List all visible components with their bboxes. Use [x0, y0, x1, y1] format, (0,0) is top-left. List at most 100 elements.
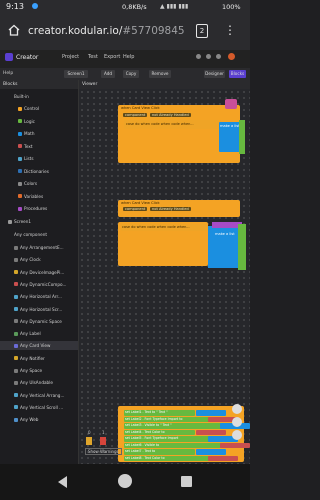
browser-menu-icon[interactable]: ⋮: [224, 22, 236, 38]
value-block[interactable]: [196, 429, 226, 435]
builtin-math[interactable]: Math: [0, 129, 78, 138]
builtin-variables[interactable]: Variables: [0, 192, 78, 201]
menu-help[interactable]: Help: [123, 54, 134, 60]
builtin-group[interactable]: Built-in: [0, 92, 78, 101]
any-component-item[interactable]: Any Space: [0, 366, 78, 375]
recents-icon[interactable]: [181, 476, 192, 487]
category-color-icon: [18, 194, 22, 198]
component-icon: [14, 245, 18, 250]
setter-block[interactable]: set Label6 . Visible to: [124, 442, 225, 448]
event-3-logic-block[interactable]: [238, 224, 246, 270]
component-icon: [14, 343, 18, 348]
component-icon: [14, 319, 18, 324]
setter-block[interactable]: set Label8 . Text Color to: [124, 455, 210, 461]
any-component-item[interactable]: Any Horizontal Arr...: [0, 292, 78, 301]
builtin-control[interactable]: Control: [0, 104, 78, 113]
builtin-procedures[interactable]: Procedures: [0, 204, 78, 213]
add-screen-button[interactable]: Add: [101, 70, 115, 78]
back-icon[interactable]: [58, 476, 67, 488]
menu-project[interactable]: Project: [62, 54, 79, 60]
error-icon: [100, 437, 106, 445]
any-component-item[interactable]: Any Dynamic Space: [0, 317, 78, 326]
builtin-logic[interactable]: Logic: [0, 117, 78, 126]
any-component-item[interactable]: Any DeviceImagePi...: [0, 268, 78, 277]
designer-button[interactable]: Designer: [204, 70, 225, 78]
component-icon: [14, 417, 18, 422]
blocks-button[interactable]: Blocks: [229, 70, 246, 78]
make-list-label-1: make a list: [220, 124, 240, 128]
screen1-group[interactable]: Screen1: [0, 217, 78, 226]
screen-selector[interactable]: Screen1: [64, 70, 88, 78]
remove-screen-button[interactable]: Remove: [149, 70, 171, 78]
home-button-icon[interactable]: [118, 474, 132, 488]
setter-block[interactable]: set Label4 . Text Color to: [124, 429, 195, 435]
category-color-icon: [18, 181, 22, 186]
menu-export[interactable]: Export: [104, 54, 120, 60]
any-component-item[interactable]: Any Notifier: [0, 354, 78, 363]
value-block[interactable]: [220, 442, 250, 448]
theme-icon[interactable]: [196, 54, 201, 59]
component-label: Any UIsAndable: [20, 380, 53, 386]
app-title: Creator: [16, 54, 39, 61]
component-icon: [14, 380, 18, 385]
home-icon[interactable]: [8, 24, 20, 36]
component-icon: [14, 356, 18, 361]
copy-screen-button[interactable]: Copy: [123, 70, 139, 78]
component-label: Any Horizontal Scr...: [20, 306, 63, 312]
category-label: Colors: [24, 181, 38, 186]
component-label: Any ArrangementE...: [20, 245, 64, 250]
setter-block[interactable]: set Label5 . Font Typeface Import: [124, 436, 210, 442]
any-component-group[interactable]: Any component: [0, 230, 78, 239]
value-block[interactable]: [208, 455, 238, 461]
any-component-item[interactable]: Any UIsAndable: [0, 378, 78, 387]
settings-icon[interactable]: [216, 54, 221, 59]
component-label: Any Web: [20, 417, 39, 423]
builtin-text[interactable]: Text: [0, 142, 78, 151]
url-hash: #57709845: [122, 25, 185, 37]
notifications-icon[interactable]: [206, 54, 211, 59]
value-block[interactable]: [196, 449, 226, 455]
menu-test[interactable]: Test: [88, 54, 98, 60]
category-label: Variables: [24, 193, 44, 199]
any-component-item[interactable]: Any Web: [0, 415, 78, 424]
component-label: Any Vertical Arrang...: [20, 392, 65, 398]
show-warnings-button[interactable]: Show Warnings: [85, 448, 122, 455]
any-component-item[interactable]: Any Card View: [0, 341, 78, 351]
event-1-label: when Card View Click: [121, 106, 160, 110]
toolbar-help[interactable]: Help: [3, 71, 13, 76]
url-domain: creator.kodular.io/: [28, 25, 123, 37]
setter-block[interactable]: set Label3 . Visible to " Text ": [124, 423, 225, 429]
address-bar[interactable]: creator.kodular.io/#57709845: [28, 25, 185, 37]
any-component-item[interactable]: Any ArrangementE...: [0, 243, 78, 252]
setter-block[interactable]: set Label1 . Text to " Text ": [124, 410, 195, 416]
event-3-statement[interactable]: case do when code when code when...: [121, 224, 207, 231]
value-block[interactable]: [196, 410, 226, 416]
event-1-not-handled: not Already Handled: [150, 113, 191, 117]
avatar[interactable]: [228, 53, 235, 60]
component-label: Any Label: [20, 331, 41, 337]
component-icon: [14, 257, 18, 262]
any-component-item[interactable]: Any Label: [0, 329, 78, 338]
component-label: Any Space: [20, 368, 43, 373]
zoom-out-icon[interactable]: [232, 417, 242, 427]
tab-count-button[interactable]: 2: [196, 24, 208, 38]
any-component-item[interactable]: Any Vertical Arrang...: [0, 391, 78, 400]
zoom-reset-icon[interactable]: [232, 430, 242, 440]
status-bar: 9:13 0,8KB/s ▲ ▮▮▮ ▮▮▮ 100%: [0, 0, 250, 14]
builtin-colors[interactable]: Colors: [0, 179, 78, 188]
backpack-icon[interactable]: [225, 99, 237, 109]
zoom-in-icon[interactable]: [232, 404, 242, 414]
event-1-statement[interactable]: case do when code when code when...: [124, 120, 221, 129]
kodular-logo-icon: [5, 53, 13, 61]
event-1-logic-block[interactable]: [239, 120, 245, 154]
component-icon: [14, 294, 18, 299]
any-component-item[interactable]: Any DynamicCompo...: [0, 280, 78, 289]
any-component-item[interactable]: Any Vertical Scroll ...: [0, 403, 78, 412]
setter-block[interactable]: set Label2 . Font Typeface Import to: [124, 416, 210, 422]
component-icon: [14, 331, 18, 336]
builtin-dictionaries[interactable]: Dictionaries: [0, 167, 78, 176]
setter-block[interactable]: set Label7 . Text to: [124, 449, 195, 455]
any-component-item[interactable]: Any Horizontal Scr...: [0, 305, 78, 314]
builtin-lists[interactable]: Lists: [0, 154, 78, 163]
any-component-item[interactable]: Any Clock: [0, 255, 78, 264]
